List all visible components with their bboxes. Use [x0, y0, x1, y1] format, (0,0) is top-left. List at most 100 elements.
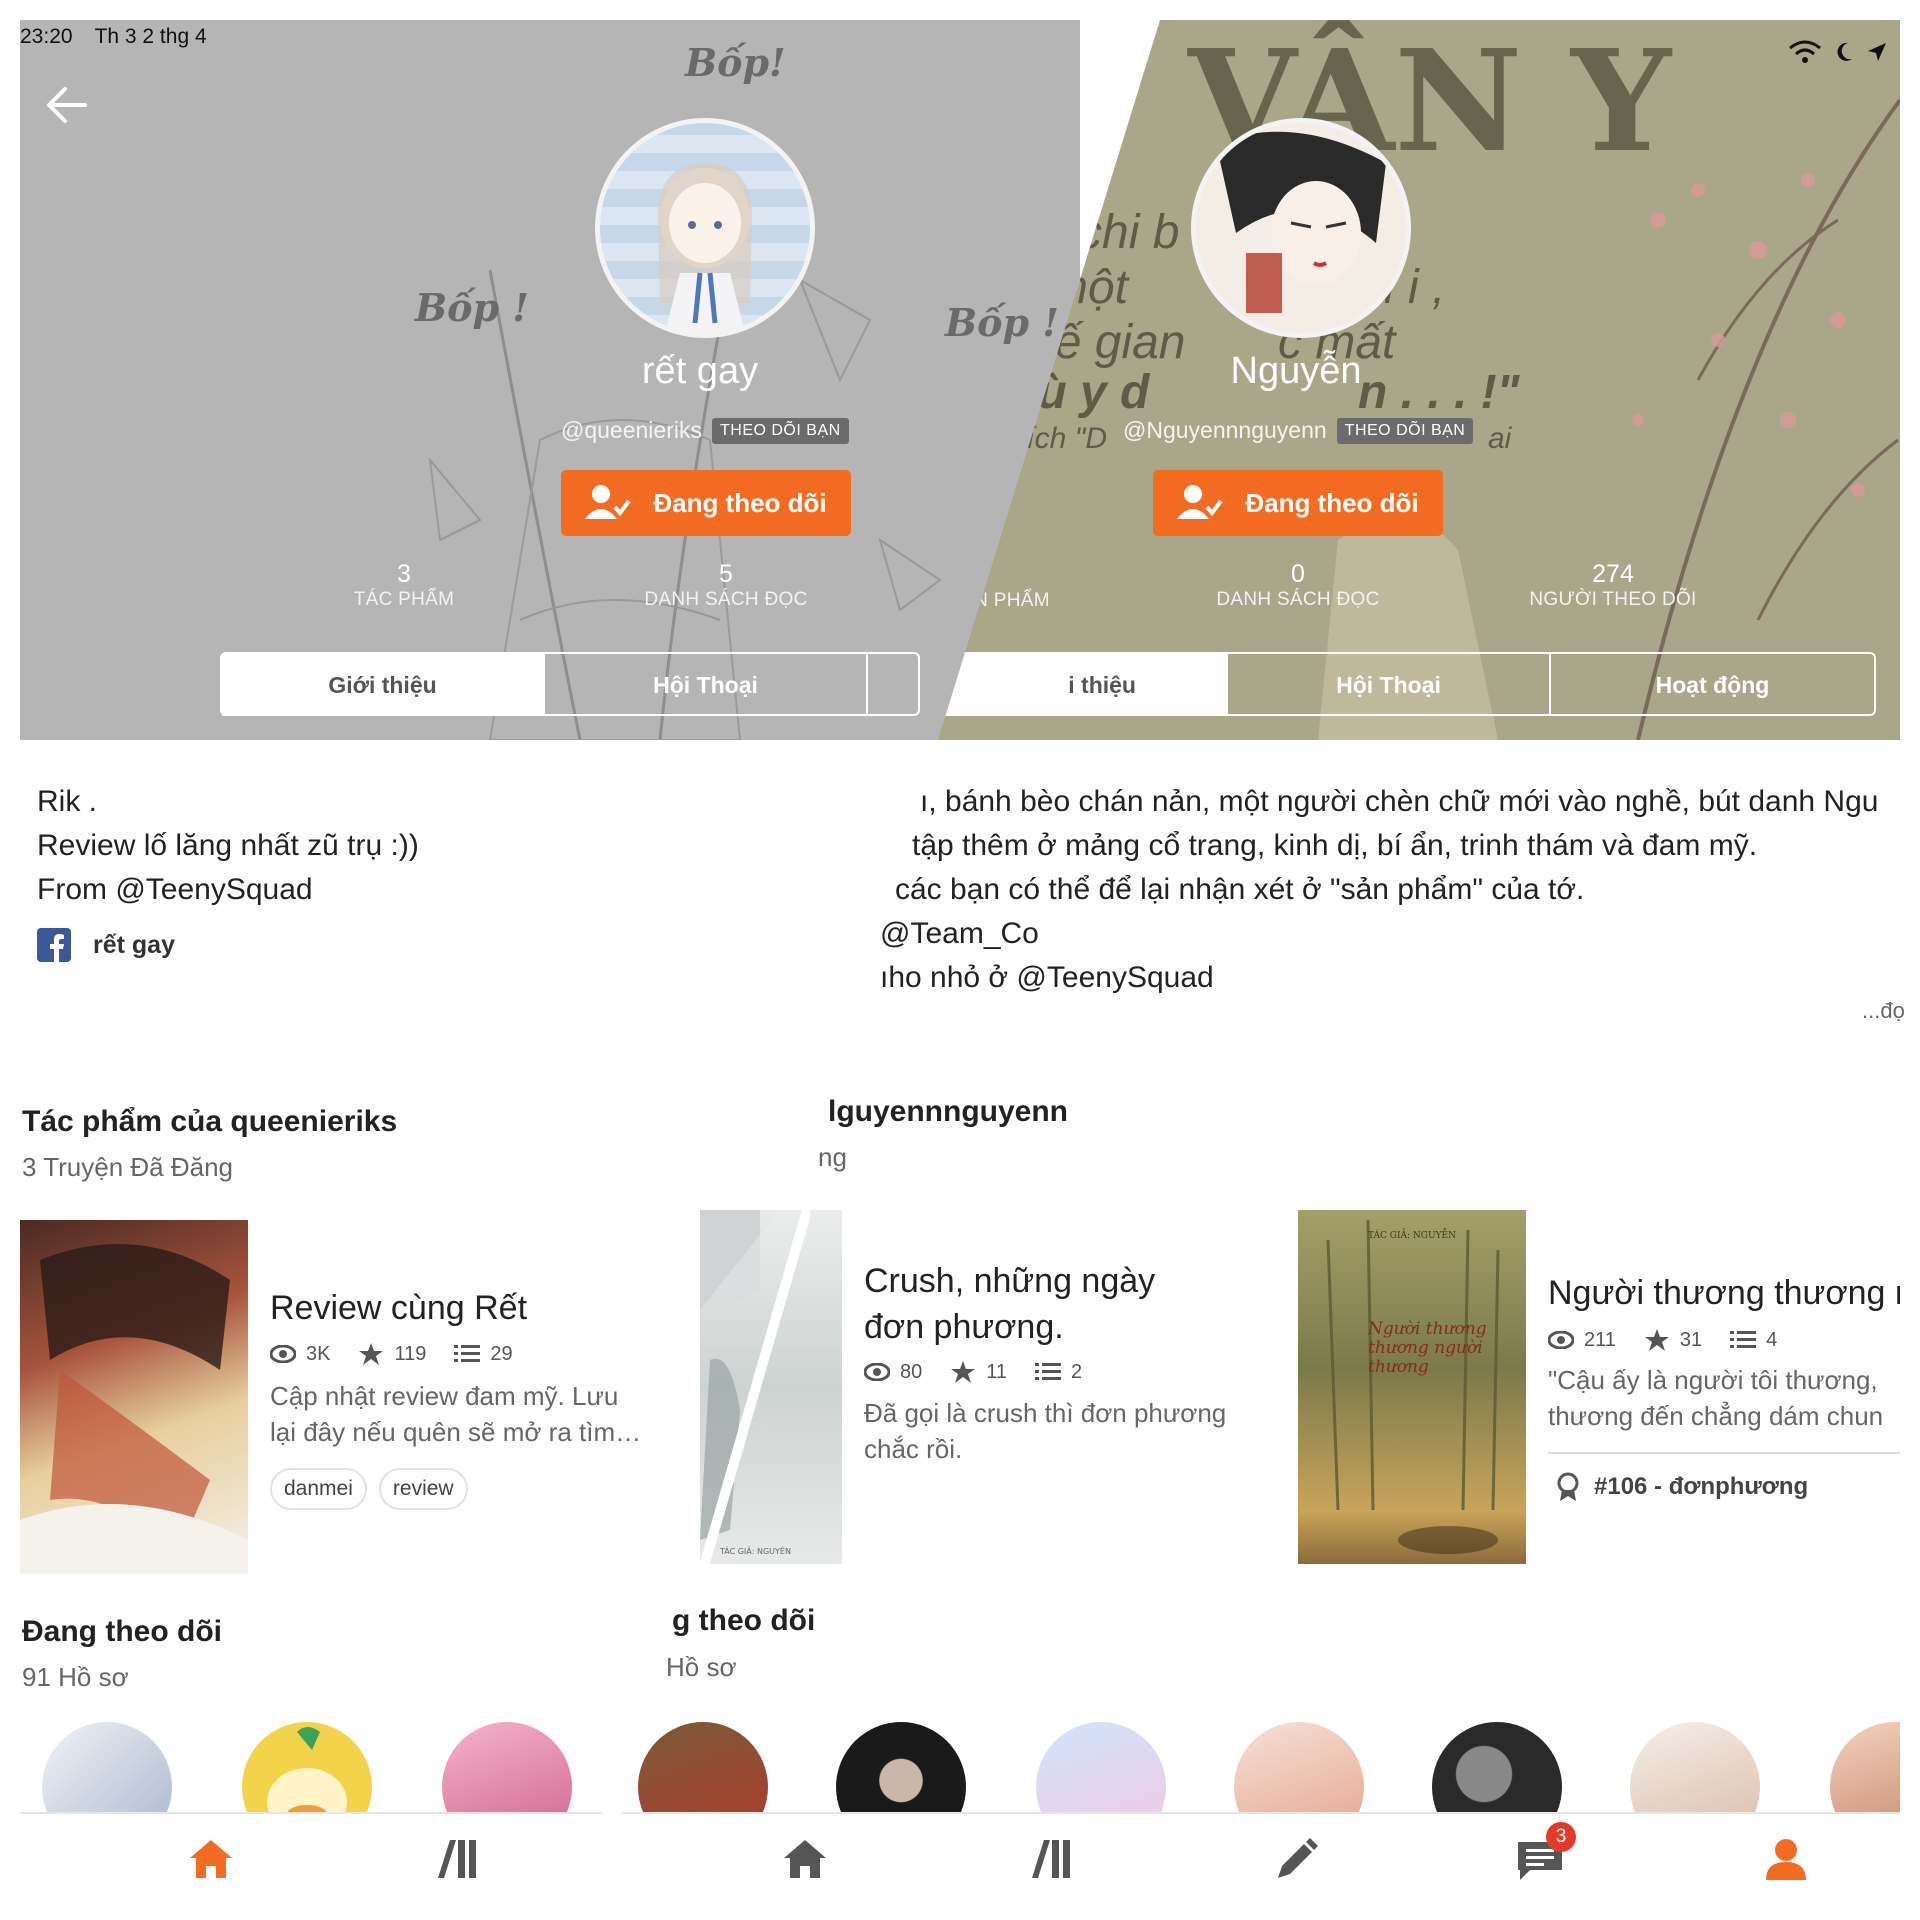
story-description: Đã gọi là crush thì đơn phương chắc rồi. [864, 1395, 1226, 1467]
stat-label: DANH SÁCH ĐỌC [1216, 589, 1380, 610]
handle-row: @Nguyennnguyenn THEO DÕI BẠN [1123, 417, 1474, 444]
poster-text: ai [1488, 422, 1512, 455]
bio-line: Rik . [37, 785, 97, 818]
bio-line: @Team_Co [880, 917, 1039, 950]
status-date: Th 3 2 thg 4 [94, 25, 207, 48]
views-count: 3K [306, 1342, 331, 1365]
home-icon[interactable] [782, 1838, 828, 1880]
left-tab-bar: Giới thiệu Hội Thoại [220, 652, 920, 716]
rank-badge[interactable]: #106 - đơnphương [1556, 1472, 1808, 1502]
back-arrow-icon[interactable] [45, 85, 89, 125]
bio-line: From @TeenySquad [37, 873, 313, 906]
right-avatar [1191, 118, 1411, 338]
tag-pill[interactable]: review [378, 1468, 468, 1510]
follow-user-icon [1177, 485, 1223, 519]
display-name: rết gay [641, 350, 759, 392]
left-avatar [595, 118, 815, 338]
stat-value: 274 [1592, 560, 1634, 588]
following-section-title: g theo dõi [672, 1604, 816, 1637]
right-tab-bar: i thiệu Hội Thoại Hoạt động [938, 652, 1876, 716]
facebook-name: rết gay [93, 930, 175, 959]
views-count: 211 [1584, 1328, 1616, 1351]
following-section-title: Đang theo dõi [22, 1615, 222, 1648]
user-handle: @Nguyennnguyenn [1123, 417, 1327, 443]
desc-line: Đã gọi là crush thì đơn phương [864, 1398, 1227, 1428]
location-arrow-icon [1868, 43, 1886, 61]
profile-icon[interactable] [1764, 1838, 1808, 1880]
status-time: 23:20 [20, 25, 73, 48]
avatar-girl-illustration [658, 163, 752, 333]
avatar-woman-illustration [1216, 131, 1386, 313]
read-more-link[interactable]: ...đọ [1862, 998, 1905, 1024]
following-button-label: Đang theo dõi [653, 487, 827, 518]
votes-count: 31 [1679, 1328, 1703, 1351]
stat-value: 0 [1291, 560, 1305, 588]
following-button[interactable]: Đang theo dõi [561, 470, 851, 536]
story-title[interactable]: Review cùng Rết [270, 1285, 527, 1331]
story-stats: 3K 119 29 [270, 1342, 513, 1366]
following-button[interactable]: Đang theo dõi [1153, 470, 1443, 536]
left-bottom-navbar [20, 1812, 602, 1906]
stat-followers[interactable]: 274 NGƯỜI THEO DÕI [1483, 560, 1743, 611]
story-cover[interactable] [20, 1220, 248, 1574]
eye-icon [864, 1363, 890, 1381]
tab-conversations[interactable]: Hội Thoại [545, 654, 868, 716]
story-cover-art: TÁC GIẢ: NGUYỄN Người thương thương ngườ… [1326, 1219, 1500, 1554]
bio-line: tập thêm ở mảng cổ trang, kinh dị, bí ẩn… [912, 829, 1758, 862]
comic-text: Bốp! [685, 40, 786, 85]
story-stats: 211 31 4 [1548, 1328, 1777, 1352]
wifi-icon [1789, 40, 1821, 63]
story-cover[interactable]: TÁC GIẢ: NGUYỄN Người thương thương ngườ… [1298, 1210, 1526, 1564]
story-title[interactable]: Người thương thương n [1548, 1270, 1900, 1316]
parts-count: 29 [490, 1342, 513, 1365]
follows-you-badge: THEO DÕI BẠN [1336, 417, 1474, 444]
views-count: 80 [900, 1360, 923, 1383]
stat-label: TÁC PHẨM [353, 589, 455, 610]
comic-text: Bốp ! [415, 285, 529, 330]
desc-line: lại đây nếu quên sẽ mở ra tìm… [270, 1417, 642, 1447]
bio-line: ı, bánh bèo chán nản, một người chèn chữ… [920, 785, 1879, 818]
works-section-title: Tác phẩm của queenieriks [22, 1105, 398, 1138]
right-bottom-navbar: 3 [622, 1812, 1900, 1906]
story-description: Cập nhật review đam mỹ. Lưu lại đây nếu … [270, 1378, 641, 1450]
stat-value: 3 [397, 560, 411, 588]
award-icon [1557, 1472, 1579, 1501]
left-bio: Rik . Review lố lăng nhất zũ trụ :)) Fro… [37, 780, 419, 912]
tab-about[interactable]: i thiệu [938, 654, 1228, 716]
cover-title: Người thương thương người thương [1368, 1320, 1487, 1377]
stat-reading-lists[interactable]: 0 DANH SÁCH ĐỌC [1178, 560, 1418, 611]
following-section-count: Hồ sơ [666, 1652, 737, 1682]
library-icon[interactable] [434, 1838, 478, 1880]
stat-value: 5 [719, 560, 733, 588]
parts-count: 2 [1071, 1360, 1083, 1383]
messages-button[interactable]: 3 [1516, 1822, 1576, 1887]
poster-text: chi b [1078, 206, 1180, 259]
list-icon [1035, 1363, 1062, 1380]
bio-line: Review lố lăng nhất zũ trụ :)) [37, 829, 419, 862]
title-line: đơn phương. [864, 1308, 1064, 1346]
display-name: Nguyễn [1230, 350, 1362, 392]
tag-pill[interactable]: danmei [270, 1468, 367, 1510]
follow-user-icon [585, 485, 631, 519]
home-icon[interactable] [188, 1838, 234, 1880]
tab-activity[interactable]: Hoạt động [1551, 654, 1874, 716]
divider [1548, 1452, 1900, 1454]
stat-reading-lists[interactable]: 5 DANH SÁCH ĐỌC [606, 560, 846, 611]
notification-badge: 3 [1546, 1822, 1576, 1852]
star-icon [951, 1361, 976, 1383]
parts-count: 4 [1766, 1328, 1778, 1351]
stat-works[interactable]: 3 TÁC PHẨM [284, 560, 524, 611]
facebook-link[interactable]: rết gay [37, 928, 175, 962]
right-profile-header: VÂN Y chi b một ù i , hế gian c mất t ù … [938, 20, 1900, 740]
desc-line: chắc rồi. [864, 1434, 963, 1464]
moon-icon [1837, 42, 1852, 61]
tab-conversations[interactable]: Hội Thoại [1228, 654, 1551, 716]
story-title[interactable]: Crush, những ngày đơn phương. [864, 1258, 1155, 1350]
stat-label: NGƯỜI THEO DÕI [1529, 589, 1697, 610]
tab-about[interactable]: Giới thiệu [222, 654, 545, 716]
story-tags: danmei review [270, 1468, 468, 1510]
follows-you-badge: THEO DÕI BẠN [711, 417, 849, 444]
library-icon[interactable] [1028, 1838, 1072, 1880]
story-cover-art [20, 1244, 248, 1574]
pencil-icon[interactable] [1274, 1838, 1318, 1882]
